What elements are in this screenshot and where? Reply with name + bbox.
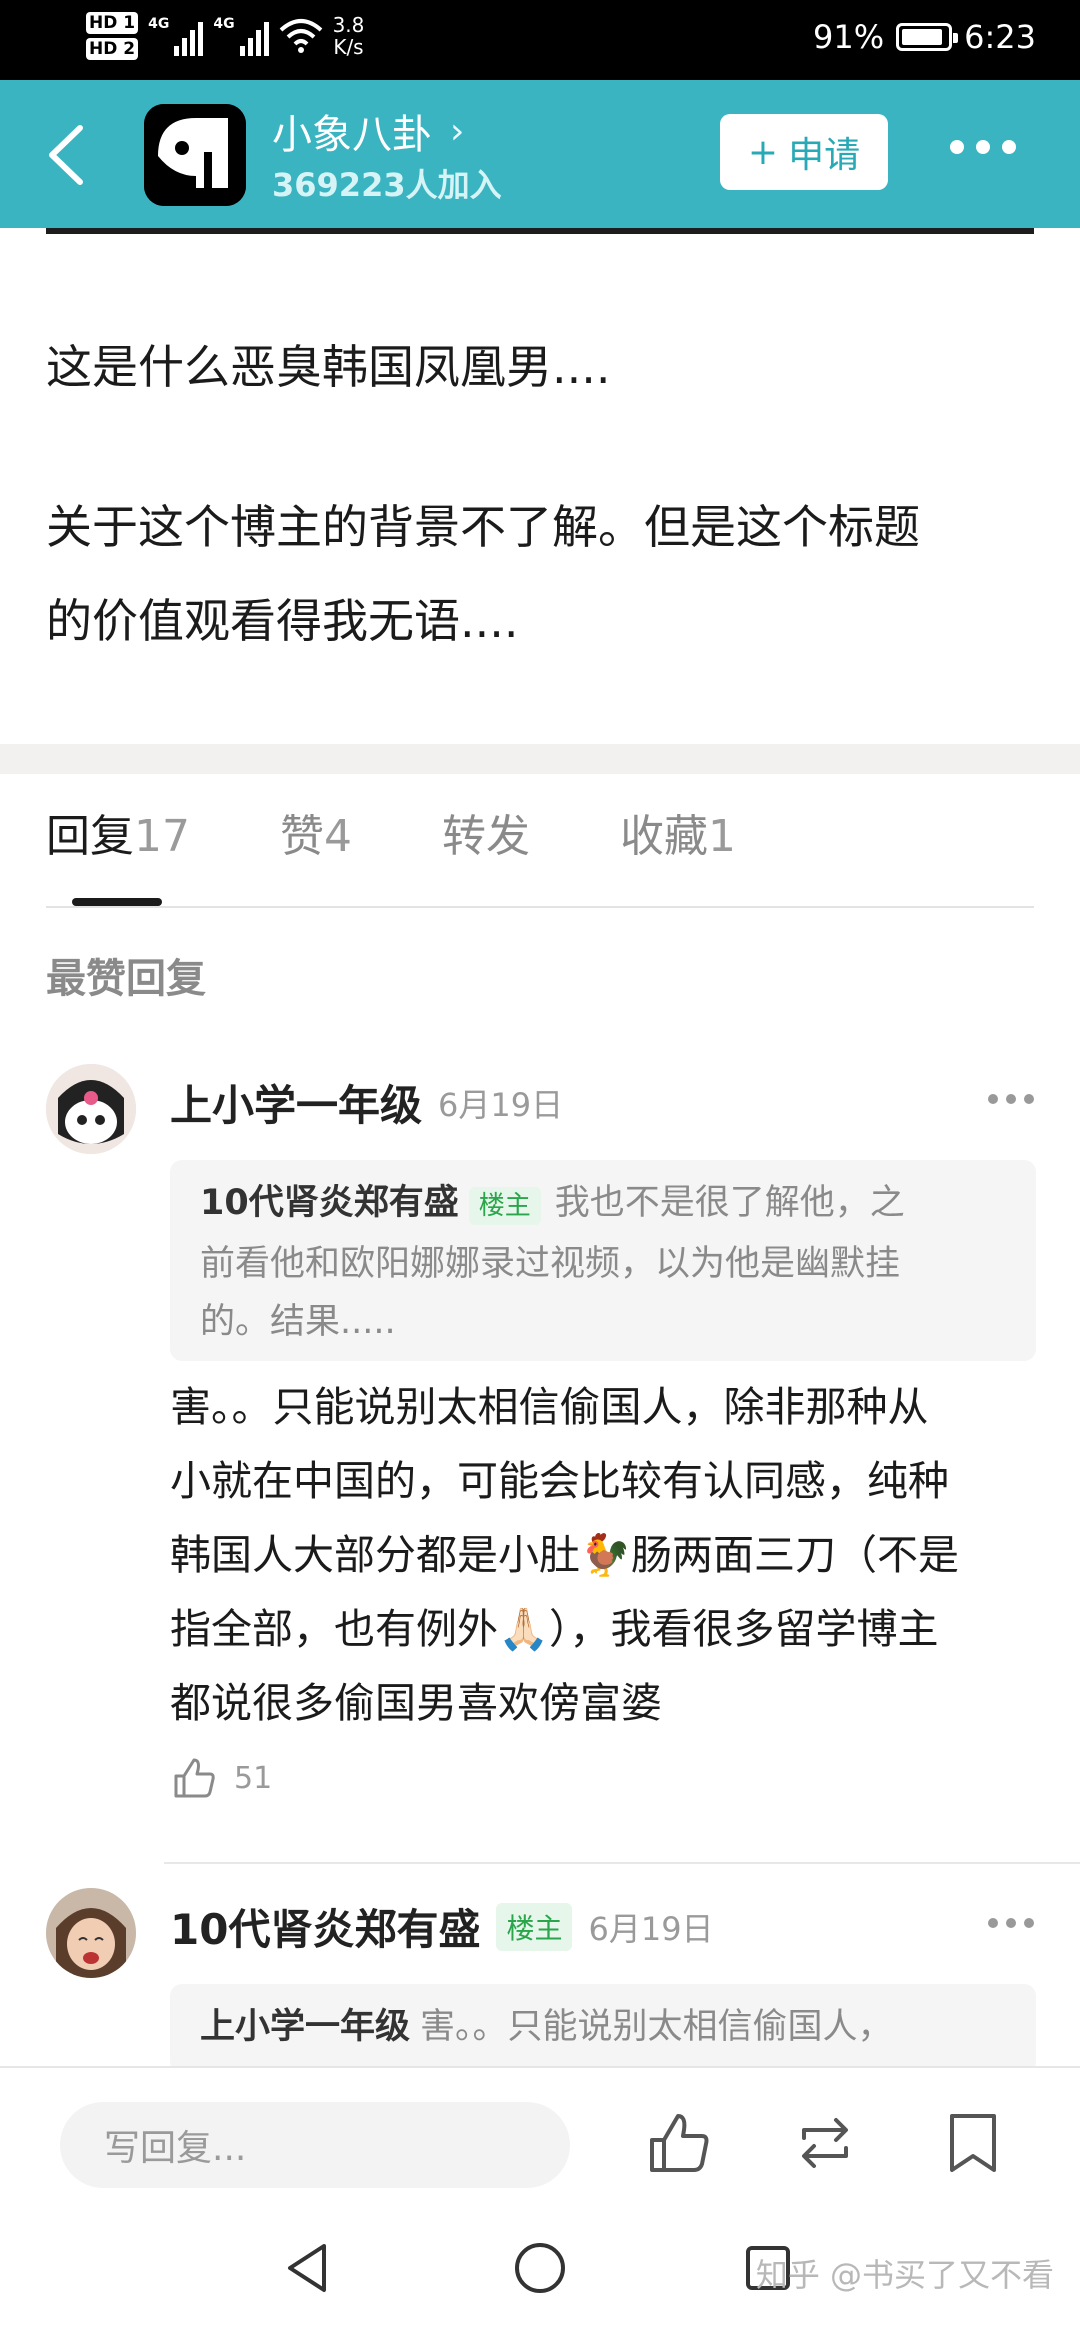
elephant-logo-icon xyxy=(144,104,246,206)
tab-favorites[interactable]: 收藏1 xyxy=(620,800,736,880)
tab-likes[interactable]: 赞4 xyxy=(280,800,352,880)
post-image-bottom xyxy=(46,228,1034,234)
section-title: 最赞回复 xyxy=(46,956,206,1002)
battery-percent: 91% xyxy=(813,18,885,56)
apply-button[interactable]: + 申请 xyxy=(720,114,888,190)
comment-like[interactable]: 51 xyxy=(170,1754,272,1802)
nav-home-icon[interactable] xyxy=(510,2238,570,2298)
comment-line: 小就在中国的，可能会比较有认同感，纯种 xyxy=(170,1457,949,1505)
like-count: 51 xyxy=(234,1760,273,1796)
tab-replies[interactable]: 回复17 xyxy=(46,800,190,880)
bookmark-icon[interactable] xyxy=(938,2108,1008,2178)
battery-icon xyxy=(896,23,959,51)
speed-value: 3.8 xyxy=(332,13,365,37)
quote-author: 10代肾炎郑有盛 xyxy=(200,1183,459,1223)
network-speed: 3.8 K/s xyxy=(333,14,365,58)
group-header: 小象八卦 › 369223人加入 + 申请 xyxy=(0,80,1080,228)
signal-2-icon: 4G xyxy=(213,16,269,56)
thumb-up-icon[interactable] xyxy=(644,2108,714,2178)
tab-label: 收藏 xyxy=(620,811,708,862)
quoted-reply[interactable]: 上小学一年级 害。。只能说别太相信偷国人， xyxy=(170,1984,1036,2074)
comment-text: 害。。只能说别太相信偷国人，除非那种从 小就在中国的，可能会比较有认同感，纯种 … xyxy=(170,1370,1036,1740)
tab-reposts[interactable]: 转发 xyxy=(442,800,530,880)
plus-icon: + xyxy=(747,131,779,173)
reply-placeholder: 写回复... xyxy=(104,2128,247,2169)
comment-header: 上小学一年级 6月19日 xyxy=(170,1072,563,1133)
hd1-label: HD 1 xyxy=(86,12,139,34)
status-left: HD 1 HD 2 4G 4G 3.8 K/s xyxy=(86,10,364,62)
section-divider xyxy=(0,744,1080,774)
clock: 6:23 xyxy=(964,18,1036,56)
bottom-action-bar: 写回复... xyxy=(0,2066,1080,2198)
tab-label: 赞 xyxy=(280,811,324,862)
op-badge: 楼主 xyxy=(468,1187,541,1225)
apply-label: 申请 xyxy=(788,135,861,176)
nav-back-icon[interactable] xyxy=(278,2238,338,2298)
net1-label: 4G xyxy=(148,16,170,32)
thumb-up-icon xyxy=(174,1758,215,1798)
comment-line: 韩国人大部分都是小肚🐓肠两面三刀（不是 xyxy=(170,1531,960,1579)
reply-input[interactable]: 写回复... xyxy=(60,2102,570,2188)
back-arrow-icon[interactable] xyxy=(38,120,98,190)
tab-label: 回复 xyxy=(46,811,134,862)
repost-icon[interactable] xyxy=(790,2108,860,2178)
battery-fill xyxy=(902,29,943,45)
quote-text: 害。。只能说别太相信偷国人， xyxy=(420,2007,893,2047)
speed-unit: K/s xyxy=(333,35,364,59)
comment-header: 10代肾炎郑有盛 楼主 6月19日 xyxy=(170,1896,714,1957)
group-title[interactable]: 小象八卦 › xyxy=(272,102,464,160)
hd2-label: HD 2 xyxy=(86,38,139,60)
quote-text: 的。结果..... xyxy=(200,1302,396,1342)
group-logo[interactable] xyxy=(144,104,246,206)
signal-1-icon: 4G xyxy=(148,16,204,56)
comment-author[interactable]: 10代肾炎郑有盛 xyxy=(170,1896,480,1957)
comment-line: 都说很多偷国男喜欢傍富婆 xyxy=(170,1679,662,1727)
chevron-right-icon: › xyxy=(450,110,465,152)
post-paragraph: 的价值观看得我无语.... xyxy=(46,594,519,648)
comment-author[interactable]: 上小学一年级 xyxy=(170,1072,422,1133)
tab-count: 4 xyxy=(324,811,352,862)
group-name: 小象八卦 xyxy=(272,112,432,158)
comment-date: 6月19日 xyxy=(588,1909,714,1948)
post-body: 这是什么恶臭韩国凤凰男.... 关于这个博主的背景不了解。但是这个标题 的价值观… xyxy=(46,320,1036,668)
comment-divider xyxy=(164,1862,1080,1864)
comment-line: 指全部，也有例外🙏🏻），我看很多留学博主 xyxy=(170,1605,939,1653)
more-icon[interactable] xyxy=(950,140,1016,154)
post-paragraph: 关于这个博主的背景不了解。但是这个标题 xyxy=(46,500,920,554)
active-tab-indicator xyxy=(72,898,162,906)
watermark: 知乎 @书买了又不看 xyxy=(755,2256,1054,2294)
comment-item: 10代肾炎郑有盛 楼主 6月19日 上小学一年级 害。。只能说别太相信偷国人， xyxy=(46,1888,1036,2074)
comment-more-icon[interactable] xyxy=(988,1918,1034,1928)
tab-count: 17 xyxy=(134,811,190,862)
kuromi-avatar-icon xyxy=(46,1064,136,1154)
comment-date: 6月19日 xyxy=(438,1085,564,1124)
interaction-tabs: 回复17 赞4 转发 收藏1 xyxy=(46,800,826,880)
tabs-divider xyxy=(46,906,1034,908)
crying-child-avatar-icon xyxy=(46,1888,136,1978)
comment-more-icon[interactable] xyxy=(988,1094,1034,1104)
wifi-icon xyxy=(279,19,322,53)
avatar[interactable] xyxy=(46,1888,136,1978)
comment-line: 害。。只能说别太相信偷国人，除非那种从 xyxy=(170,1383,929,1431)
hd-indicator: HD 1 HD 2 xyxy=(86,10,139,62)
tab-count: 1 xyxy=(708,811,736,862)
quote-text: 我也不是很了解他，之 xyxy=(554,1183,905,1223)
net2-label: 4G xyxy=(213,16,235,32)
avatar[interactable] xyxy=(46,1064,136,1154)
group-members: 369223人加入 xyxy=(272,166,502,204)
status-right: 91% 6:23 xyxy=(813,18,1036,56)
system-nav-bar: 知乎 @书买了又不看 xyxy=(0,2198,1080,2340)
comment-item: 上小学一年级 6月19日 10代肾炎郑有盛 楼主 我也不是很了解他，之 前看他和欧阳… xyxy=(46,1064,1036,1844)
quote-author: 上小学一年级 xyxy=(200,2007,411,2047)
status-bar: HD 1 HD 2 4G 4G 3.8 K/s 91% 6:23 xyxy=(0,0,1080,80)
post-paragraph: 这是什么恶臭韩国凤凰男.... xyxy=(46,340,611,394)
quoted-reply[interactable]: 10代肾炎郑有盛 楼主 我也不是很了解他，之 前看他和欧阳娜娜录过视频，以为他是幽默… xyxy=(170,1160,1036,1361)
tab-label: 转发 xyxy=(442,811,530,862)
quote-text: 前看他和欧阳娜娜录过视频，以为他是幽默挂 xyxy=(200,1244,901,1284)
op-badge: 楼主 xyxy=(496,1902,573,1951)
